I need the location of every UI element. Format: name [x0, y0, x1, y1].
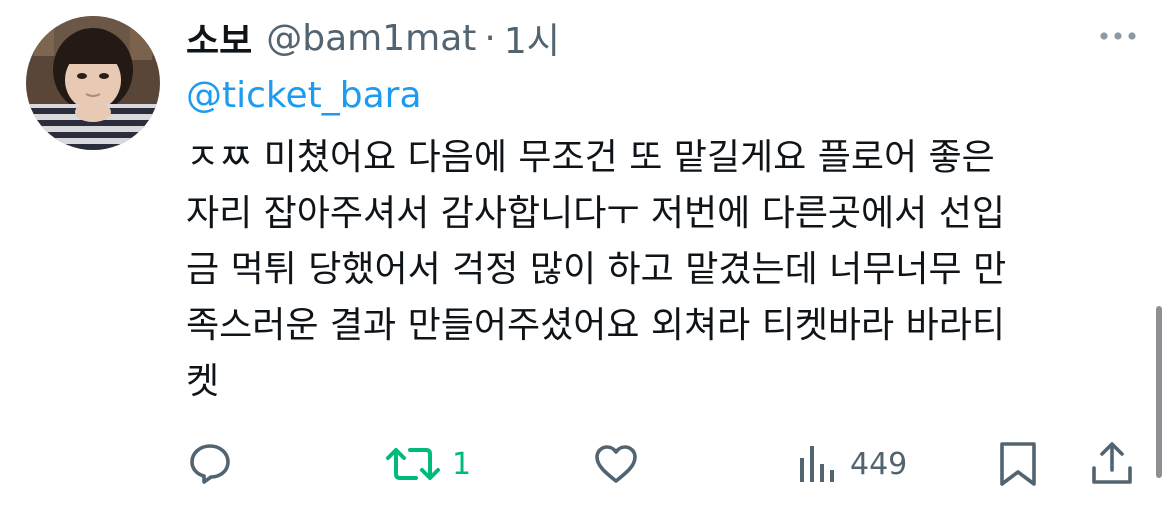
mention-link[interactable]: @ticket_bara: [186, 70, 422, 122]
bookmark-button[interactable]: [996, 436, 1040, 492]
share-button[interactable]: [1088, 436, 1136, 492]
author-display-name[interactable]: 소보: [186, 12, 252, 64]
tweet-text-line: 족스러운 결과 만들어주셨어요 외쳐라 티켓바라 바라티: [186, 305, 1005, 346]
avatar-image: [26, 16, 160, 150]
retweet-count: 1: [452, 446, 472, 482]
views-icon: [800, 446, 834, 482]
tweet-text-line: ㅈㅉ 미쳤어요 다음에 무조건 또 맡길게요 플로어 좋은: [186, 137, 995, 178]
like-button[interactable]: [592, 436, 640, 492]
share-icon: [1092, 442, 1132, 484]
reply-icon: [190, 444, 230, 484]
heart-icon: [595, 445, 637, 483]
author-handle[interactable]: @bam1mat: [266, 18, 476, 59]
tweet-header: 소보 @bam1mat · 1시: [186, 10, 560, 66]
tweet-action-bar: 1 449: [0, 436, 1170, 492]
tweet-timestamp[interactable]: 1시: [504, 12, 560, 64]
retweet-button[interactable]: 1: [386, 436, 471, 492]
more-options-icon[interactable]: [1096, 24, 1140, 48]
bookmark-icon: [1000, 442, 1036, 486]
tweet-text-line: 금 먹튀 당했어서 걱정 많이 하고 맡겼는데 너무너무 만: [186, 249, 1007, 290]
separator-dot: ·: [484, 17, 496, 59]
scrollbar[interactable]: [1156, 306, 1162, 478]
avatar[interactable]: [26, 16, 160, 150]
reply-button[interactable]: [186, 436, 234, 492]
views-count: 449: [850, 446, 908, 482]
tweet-text-line: 자리 잡아주셔서 감사합니다ㅜ 저번에 다른곳에서 선입: [186, 193, 1005, 234]
tweet-text: ㅈㅉ 미쳤어요 다음에 무조건 또 맡길게요 플로어 좋은 자리 잡아주셔서 감…: [186, 130, 1136, 410]
tweet-text-line: 켓: [186, 361, 220, 402]
views-button[interactable]: 449: [794, 436, 907, 492]
retweet-icon: [386, 448, 440, 480]
